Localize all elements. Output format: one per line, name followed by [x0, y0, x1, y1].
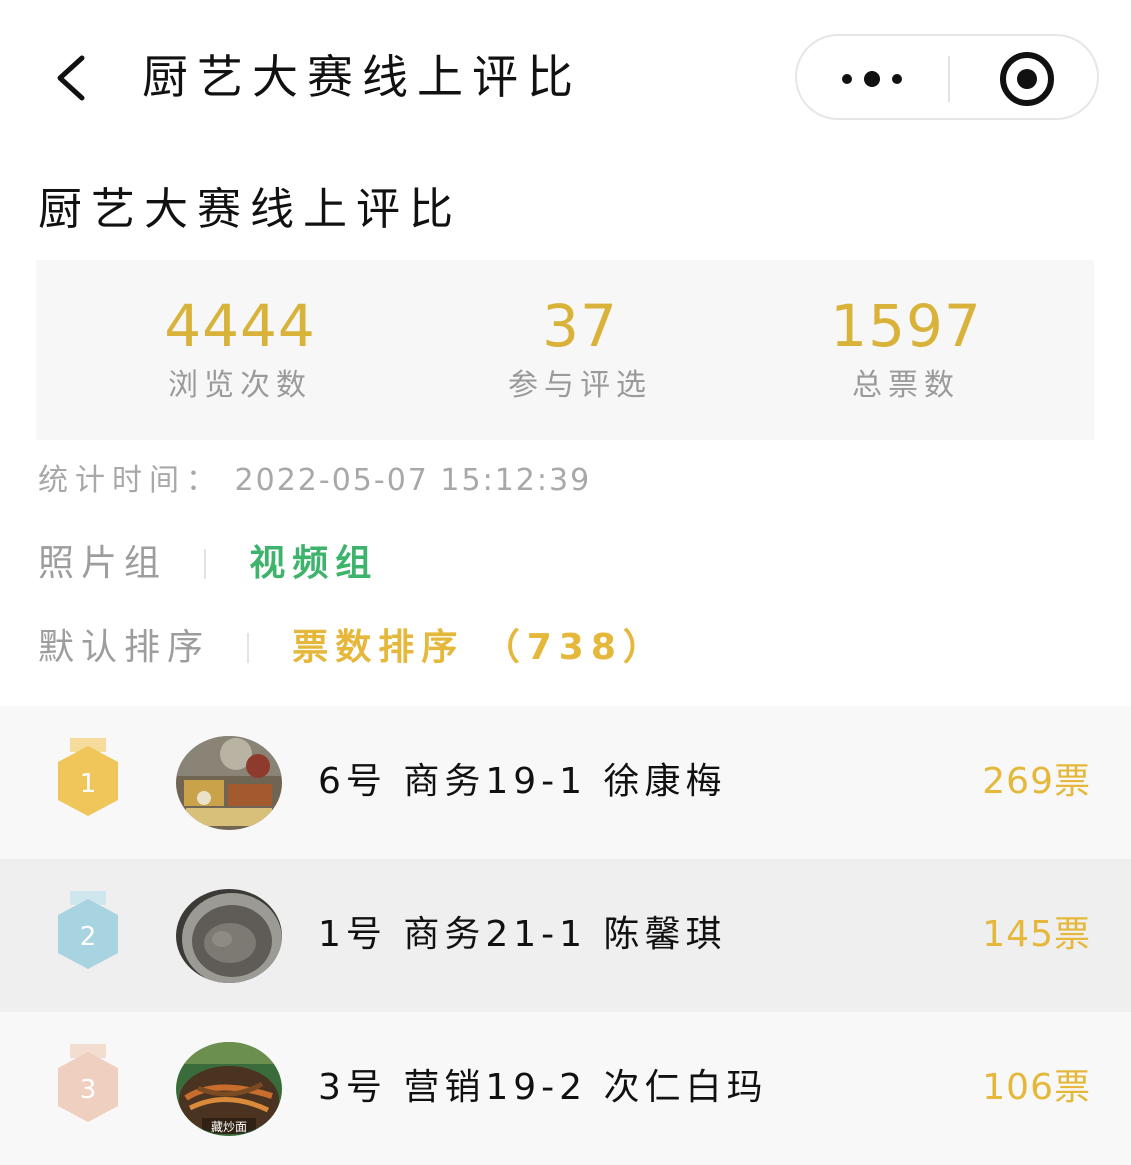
navigation-bar: 厨艺大赛线上评比: [0, 0, 1131, 160]
tab-divider: [247, 633, 250, 663]
bronze-medal-icon: 3: [56, 1044, 120, 1124]
thumbnail-caption: 藏炒面: [211, 1120, 247, 1134]
stat-time-label: 统计时间：: [38, 463, 223, 498]
stats-panel: 4444 浏览次数 37 参与评选 1597 总票数: [36, 260, 1094, 440]
entry-thumbnail: 藏炒面: [176, 1042, 282, 1136]
vote-count: 106票: [982, 1067, 1091, 1108]
tab-default-sort[interactable]: 默认排序: [38, 618, 210, 678]
vote-count: 269票: [982, 761, 1091, 802]
page-title: 厨艺大赛线上评比: [38, 184, 462, 235]
tab-photo-group[interactable]: 照片组: [38, 534, 167, 594]
stat-views: 4444 浏览次数: [110, 290, 370, 408]
stat-value: 1597: [830, 292, 982, 360]
entry-name: 6号 商务19-1 徐康梅: [318, 761, 727, 802]
silver-medal-icon: 2: [56, 891, 120, 971]
back-button[interactable]: [48, 48, 104, 108]
tab-vote-sort[interactable]: 票数排序 （738）: [292, 618, 666, 678]
ranking-row[interactable]: 2 1号 商务21-1 陈馨琪 145票: [0, 859, 1131, 1012]
entry-name: 3号 营销19-2 次仁白玛: [318, 1067, 768, 1108]
stat-participants: 37 参与评选: [450, 290, 710, 408]
group-tabs: 照片组 视频组: [38, 534, 378, 594]
medal-rank-number: 3: [80, 1075, 97, 1105]
tab-divider: [204, 549, 207, 579]
chevron-left-icon: [57, 55, 85, 101]
vote-count: 145票: [982, 914, 1091, 955]
stat-time: 统计时间： 2022-05-07 15:12:39: [38, 458, 591, 504]
nav-title: 厨艺大赛线上评比: [142, 50, 582, 104]
medal-rank-number: 2: [80, 922, 97, 952]
stat-time-value: 2022-05-07 15:12:39: [234, 463, 592, 498]
stat-label: 总票数: [852, 368, 960, 403]
stat-total-votes: 1597 总票数: [776, 290, 1036, 408]
ranking-list: 1 6号 商务19-1 徐康梅 269票 2 1号 商务21-1 陈馨琪 145…: [0, 706, 1131, 1165]
stat-label: 参与评选: [508, 368, 652, 403]
stat-value: 37: [542, 292, 618, 360]
more-button[interactable]: [797, 36, 947, 120]
mini-program-capsule: [795, 34, 1099, 120]
entry-thumbnail: [176, 889, 282, 983]
sort-tabs: 默认排序 票数排序 （738）: [38, 618, 666, 678]
close-target-icon: [1000, 52, 1054, 106]
tab-video-group[interactable]: 视频组: [249, 534, 378, 594]
ranking-row[interactable]: 3 藏炒面 3号 营销19-2 次仁白玛 106票: [0, 1012, 1131, 1165]
stat-label: 浏览次数: [168, 368, 312, 403]
close-button[interactable]: [951, 36, 1099, 120]
medal-rank-number: 1: [80, 769, 97, 799]
entry-thumbnail: [176, 736, 282, 830]
ranking-row[interactable]: 1 6号 商务19-1 徐康梅 269票: [0, 706, 1131, 859]
more-dots-icon: [842, 71, 902, 87]
capsule-divider: [948, 56, 950, 102]
stat-value: 4444: [164, 292, 316, 360]
entry-name: 1号 商务21-1 陈馨琪: [318, 914, 727, 955]
gold-medal-icon: 1: [56, 738, 120, 818]
